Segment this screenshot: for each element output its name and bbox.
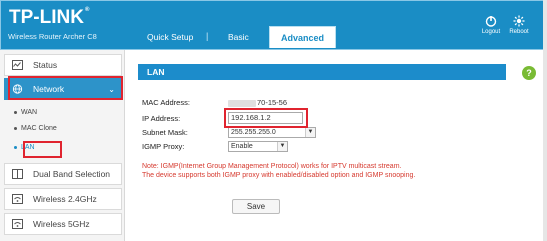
subnet-mask-label: Subnet Mask: (142, 128, 188, 137)
sidebar-item-wireless-5[interactable]: Wireless 5GHz (4, 213, 122, 235)
logout-icon (485, 16, 497, 27)
model-name: Wireless Router Archer C8 (8, 32, 97, 41)
igmp-proxy-select[interactable]: Enable ▼ (228, 141, 288, 152)
wireless-icon (12, 219, 23, 229)
bullet-icon (14, 110, 17, 114)
section-title-lan: LAN (138, 64, 506, 80)
tab-basic[interactable]: Basic (228, 32, 249, 42)
tp-link-logo: TP-LINK® (9, 7, 90, 28)
highlight-ip-address (224, 108, 308, 128)
reboot-icon (513, 15, 525, 27)
tab-separator: | (206, 31, 209, 41)
mac-address-label: MAC Address: (142, 98, 190, 107)
igmp-proxy-label: IGMP Proxy: (142, 142, 185, 151)
sidebar-item-label: Status (33, 60, 58, 70)
dual-band-icon (12, 169, 23, 179)
bullet-icon (14, 145, 17, 149)
highlight-lan (23, 141, 62, 158)
reboot-button[interactable]: Reboot (507, 15, 531, 35)
tab-advanced[interactable]: Advanced (269, 26, 336, 48)
bullet-icon (14, 126, 17, 130)
wireless-icon (12, 194, 23, 204)
status-icon (12, 60, 23, 70)
igmp-note-line-1: Note: IGMP(Internet Group Management Pro… (142, 163, 402, 170)
logout-button[interactable]: Logout (479, 15, 503, 35)
top-header: TP-LINK® Wireless Router Archer C8 Quick… (0, 0, 547, 50)
chevron-down-icon: ▼ (277, 142, 287, 151)
help-icon[interactable]: ? (522, 66, 536, 80)
redacted-mac-prefix (228, 99, 256, 107)
save-button[interactable]: Save (232, 199, 280, 214)
chevron-down-icon: ▼ (305, 128, 315, 137)
sidebar-item-wireless-24[interactable]: Wireless 2.4GHz (4, 188, 122, 210)
sidebar-subitem-mac-clone[interactable]: MAC Clone (14, 125, 57, 132)
sidebar-item-label: Wireless 5GHz (33, 219, 90, 229)
highlight-network (8, 76, 123, 100)
logout-label: Logout (481, 29, 501, 35)
igmp-note-line-2: The device supports both IGMP proxy with… (142, 172, 416, 179)
tab-quick-setup[interactable]: Quick Setup (147, 32, 193, 42)
ip-address-label: IP Address: (142, 114, 181, 123)
subnet-mask-select[interactable]: 255.255.255.0 ▼ (228, 127, 316, 138)
sidebar-item-label: Dual Band Selection (33, 169, 111, 179)
sidebar-subitem-wan[interactable]: WAN (14, 109, 37, 116)
sidebar-item-dual-band[interactable]: Dual Band Selection (4, 163, 122, 185)
window-edge (543, 0, 547, 241)
mac-address-value: 70-15-56 (228, 98, 287, 107)
reboot-label: Reboot (509, 29, 529, 35)
sidebar-item-label: Wireless 2.4GHz (33, 194, 97, 204)
sidebar-item-status[interactable]: Status (4, 54, 122, 76)
